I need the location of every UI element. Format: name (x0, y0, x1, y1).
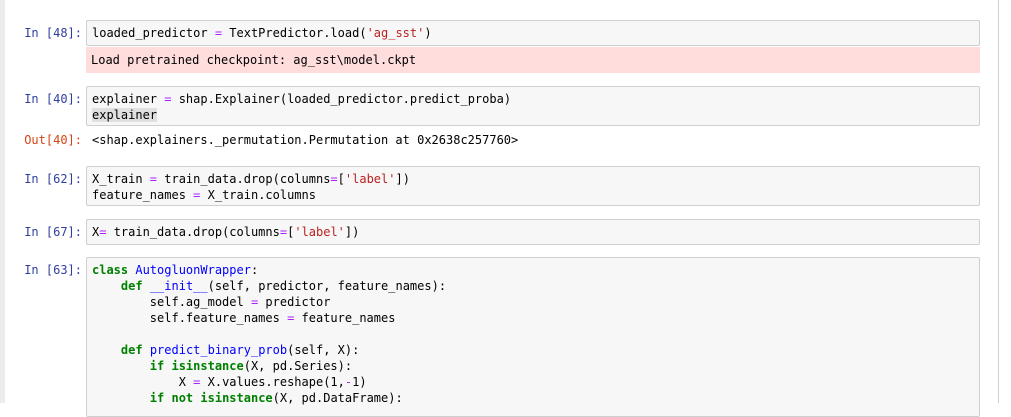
code-line: def __init__(self, predictor, feature_na… (120, 279, 447, 293)
code-input[interactable]: class AutogluonWrapper: def __init__(sel… (86, 257, 980, 417)
page-left-edge (0, 0, 5, 403)
code-line: explainer (92, 107, 974, 123)
code-line: X_train = train_data.drop(columns=['labe… (92, 172, 410, 186)
code-input[interactable]: explainer = shap.Explainer(loaded_predic… (86, 86, 980, 126)
input-prompt: In [67]: (24, 225, 82, 239)
input-prompt: In [62]: (24, 172, 82, 186)
code-input[interactable]: X_train = train_data.drop(columns=['labe… (86, 166, 980, 206)
input-prompt: In [48]: (24, 26, 82, 40)
code-line: self.feature_names = feature_names (149, 311, 396, 325)
code-input[interactable]: X= train_data.drop(columns=['label']) (86, 219, 980, 245)
code-line: explainer = shap.Explainer(loaded_predic… (92, 92, 512, 106)
code-line: feature_names = X_train.columns (92, 188, 316, 202)
stderr-output: Load pretrained checkpoint: ag_sst\model… (86, 47, 980, 73)
output-prompt: Out[40]: (24, 133, 82, 147)
notebook-right-border (998, 0, 999, 403)
input-prompt: In [40]: (24, 92, 82, 106)
code-line: if not isinstance(X, pd.DataFrame): (149, 391, 403, 405)
code-line: if isinstance(X, pd.Series): (149, 359, 353, 373)
cell-output: <shap.explainers._permutation.Permutatio… (92, 133, 519, 147)
code-line: class AutogluonWrapper: (92, 263, 259, 277)
input-prompt: In [63]: (24, 263, 82, 277)
code-line: def predict_binary_prob(self, X): (120, 343, 360, 357)
code-input[interactable]: loaded_predictor = TextPredictor.load('a… (86, 20, 980, 46)
code-line: X = X.values.reshape(1,-1) (178, 375, 367, 389)
highlighted-token: explainer (92, 108, 158, 122)
code-line: self.ag_model = predictor (149, 295, 331, 309)
code-line: X= train_data.drop(columns=['label']) (92, 225, 360, 239)
code-line: loaded_predictor = TextPredictor.load('a… (92, 26, 432, 40)
